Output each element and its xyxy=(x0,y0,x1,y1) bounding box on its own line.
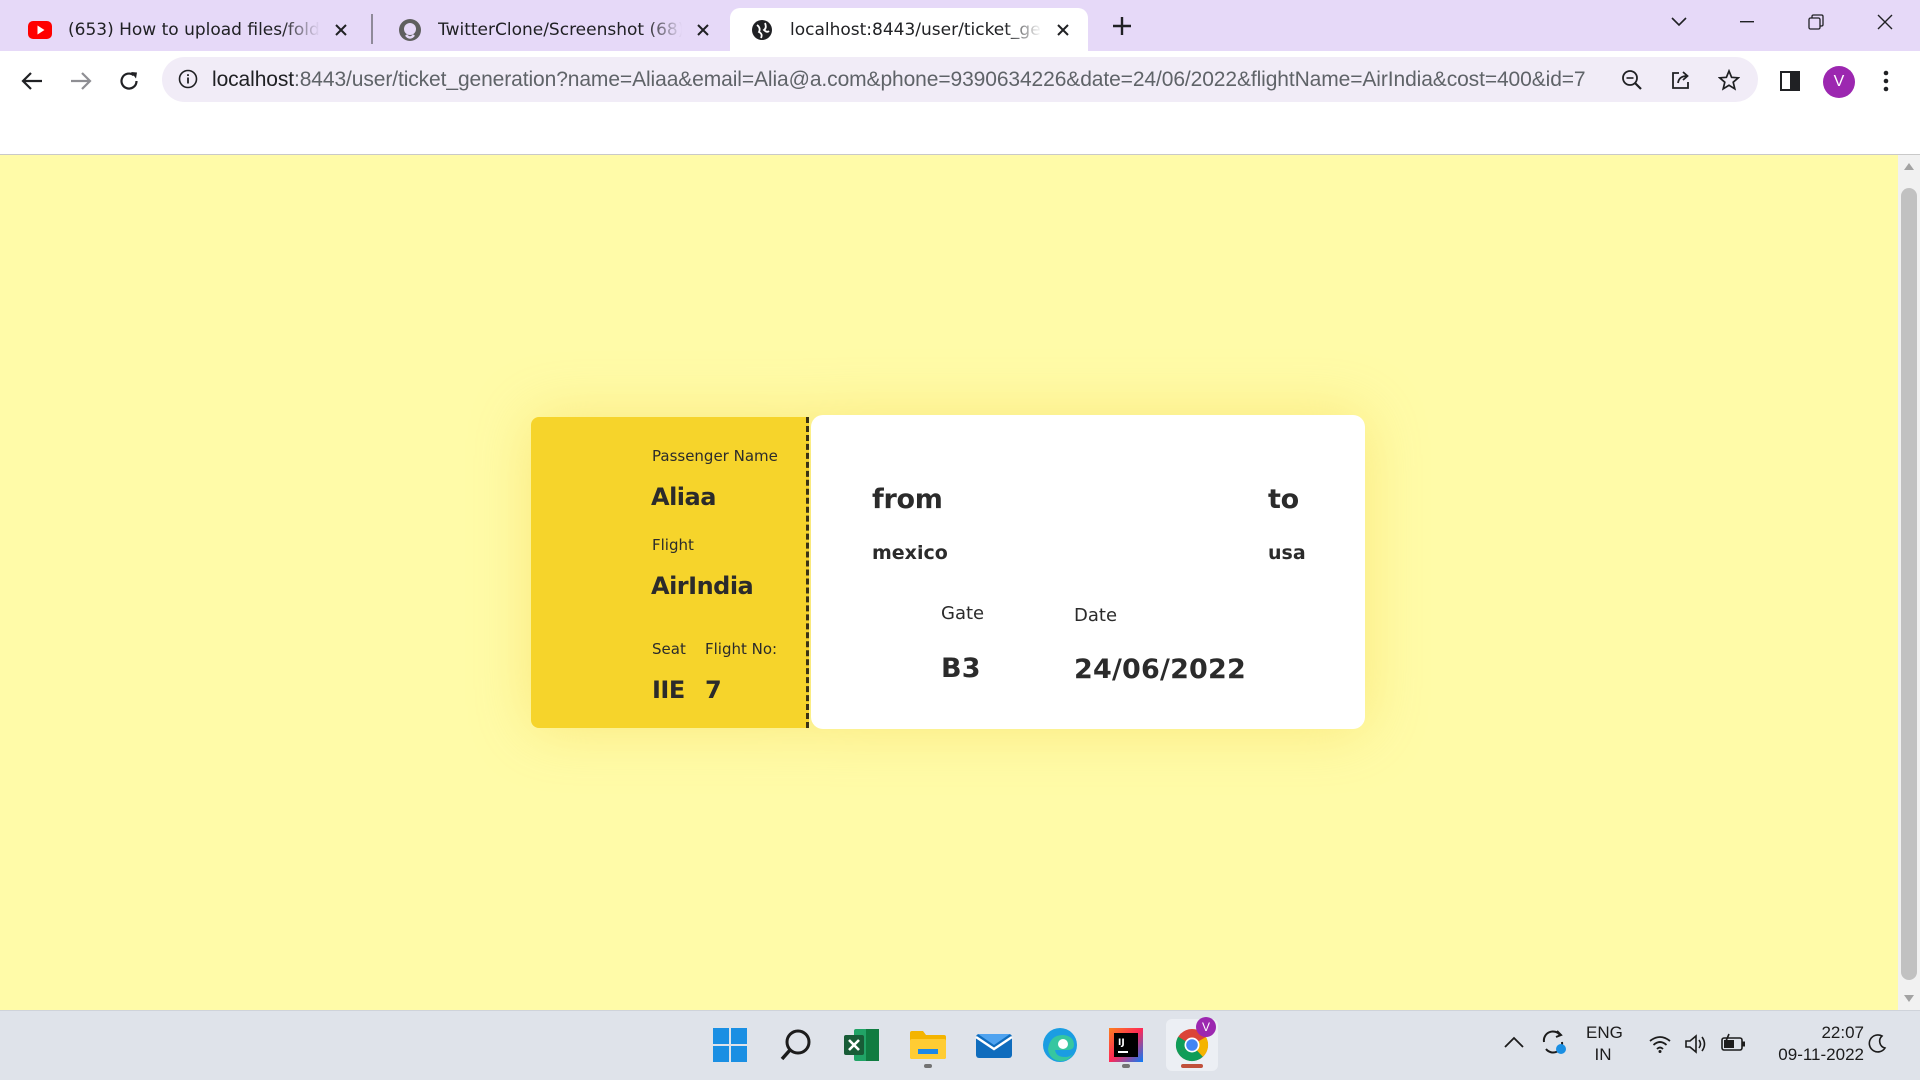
tab-title: (653) How to upload files/folders xyxy=(68,19,320,40)
youtube-icon xyxy=(28,18,52,42)
url-text[interactable]: localhost:8443/user/ticket_generation?na… xyxy=(212,68,1597,92)
page-scrollbar[interactable] xyxy=(1898,155,1920,1010)
to-label: to xyxy=(1268,484,1299,515)
date-value: 24/06/2022 xyxy=(1074,654,1247,685)
scroll-up-icon[interactable] xyxy=(1904,163,1914,170)
notifications-icon[interactable] xyxy=(1866,1033,1888,1060)
passenger-name-label: Passenger Name xyxy=(652,447,778,465)
flight-no-label: Flight No: xyxy=(705,640,778,658)
menu-button[interactable] xyxy=(1868,63,1904,99)
page-viewport: Passenger Name Aliaa Flight AirIndia Sea… xyxy=(0,155,1898,1010)
new-tab-button[interactable] xyxy=(1106,10,1138,42)
svg-text:IJ: IJ xyxy=(1118,1038,1125,1048)
plus-icon xyxy=(1113,17,1131,35)
date-label: Date xyxy=(1074,605,1118,626)
gate-label: Gate xyxy=(941,603,985,624)
excel-icon[interactable] xyxy=(836,1019,888,1071)
to-value: usa xyxy=(1268,542,1306,564)
edge-icon[interactable] xyxy=(1034,1019,1086,1071)
close-tab-icon[interactable] xyxy=(330,19,352,41)
address-bar[interactable]: localhost:8443/user/ticket_generation?na… xyxy=(162,57,1758,102)
boarding-pass: Passenger Name Aliaa Flight AirIndia Sea… xyxy=(531,415,1365,729)
tab-title: TwitterClone/Screenshot (68).png xyxy=(438,19,682,40)
volume-icon[interactable] xyxy=(1684,1033,1710,1060)
mail-icon[interactable] xyxy=(968,1019,1020,1071)
windows-start-icon[interactable] xyxy=(704,1019,756,1071)
tab-github[interactable]: TwitterClone/Screenshot (68).png xyxy=(378,8,728,51)
running-indicator xyxy=(1122,1064,1130,1068)
passenger-name-value: Aliaa xyxy=(651,483,716,511)
from-value: mexico xyxy=(872,542,948,564)
close-tab-icon[interactable] xyxy=(1052,19,1074,41)
forward-button[interactable] xyxy=(63,63,99,99)
url-host: localhost xyxy=(212,68,294,91)
close-window-button[interactable] xyxy=(1857,0,1913,44)
ticket-stub: Passenger Name Aliaa Flight AirIndia Sea… xyxy=(531,417,809,728)
chevron-up-icon[interactable] xyxy=(1504,1035,1524,1053)
from-label: from xyxy=(872,484,943,515)
close-tab-icon[interactable] xyxy=(692,19,714,41)
seat-value: IIE xyxy=(652,676,685,704)
tab-youtube[interactable]: (653) How to upload files/folders xyxy=(8,8,366,51)
seat-label: Seat xyxy=(652,640,686,658)
minimize-button[interactable] xyxy=(1719,0,1775,44)
arrow-left-icon xyxy=(21,72,42,90)
wifi-icon[interactable] xyxy=(1648,1035,1672,1058)
restore-button[interactable] xyxy=(1788,0,1844,44)
battery-icon[interactable] xyxy=(1720,1033,1748,1060)
browser-toolbar: localhost:8443/user/ticket_generation?na… xyxy=(0,51,1920,155)
sync-icon[interactable] xyxy=(1540,1029,1568,1060)
restore-icon xyxy=(1808,14,1824,30)
flight-label: Flight xyxy=(652,536,694,554)
tab-ticket-generation[interactable]: localhost:8443/user/ticket_generation xyxy=(730,8,1088,51)
clock-time: 22:07 xyxy=(1821,1023,1864,1042)
reload-button[interactable] xyxy=(111,63,147,99)
bookmark-star-icon[interactable] xyxy=(1716,67,1742,93)
back-button[interactable] xyxy=(14,63,50,99)
clock[interactable]: 22:07 09-11-2022 xyxy=(1764,1022,1864,1066)
chevron-down-icon xyxy=(1671,17,1687,27)
chrome-profile-badge: V xyxy=(1196,1017,1216,1037)
flight-no-value: 7 xyxy=(705,676,722,704)
arrow-right-icon xyxy=(71,72,92,90)
active-indicator xyxy=(1181,1064,1203,1068)
zoom-icon[interactable] xyxy=(1619,67,1645,93)
globe-icon xyxy=(750,18,774,42)
tab-separator xyxy=(371,14,373,44)
search-icon[interactable] xyxy=(770,1019,822,1071)
scrollbar-thumb[interactable] xyxy=(1901,188,1917,980)
scroll-down-icon[interactable] xyxy=(1904,995,1914,1002)
chrome-icon[interactable]: V xyxy=(1166,1017,1218,1071)
side-panel-button[interactable] xyxy=(1772,63,1808,99)
file-explorer-icon[interactable] xyxy=(902,1019,954,1071)
flight-name-value: AirIndia xyxy=(651,572,754,600)
tab-strip: (653) How to upload files/folders Twitte… xyxy=(0,0,1920,51)
gate-value: B3 xyxy=(941,653,981,684)
share-icon[interactable] xyxy=(1668,67,1694,93)
language-code: ENG xyxy=(1586,1023,1623,1042)
windows-taskbar: IJ V ENG IN 22:07 09-11-2022 xyxy=(0,1010,1920,1080)
minimize-icon xyxy=(1740,21,1754,23)
reload-icon xyxy=(120,72,138,90)
github-icon xyxy=(398,18,422,42)
language-indicator[interactable]: ENG IN xyxy=(1586,1022,1623,1066)
side-panel-icon xyxy=(1780,71,1800,91)
tab-search-button[interactable] xyxy=(1651,0,1707,44)
url-path: :8443/user/ticket_generation?name=Aliaa&… xyxy=(293,68,1586,91)
running-indicator xyxy=(924,1064,932,1068)
site-info-icon[interactable] xyxy=(176,67,200,91)
clock-date: 09-11-2022 xyxy=(1778,1045,1864,1064)
more-vert-icon xyxy=(1883,70,1889,92)
intellij-icon[interactable]: IJ xyxy=(1100,1019,1152,1071)
close-icon xyxy=(1877,14,1893,30)
tab-title: localhost:8443/user/ticket_generation xyxy=(790,19,1042,40)
region-code: IN xyxy=(1594,1045,1612,1064)
ticket-main: from to mexico usa Gate Date B3 24/06/20… xyxy=(811,415,1365,729)
profile-avatar[interactable]: V xyxy=(1823,66,1855,98)
